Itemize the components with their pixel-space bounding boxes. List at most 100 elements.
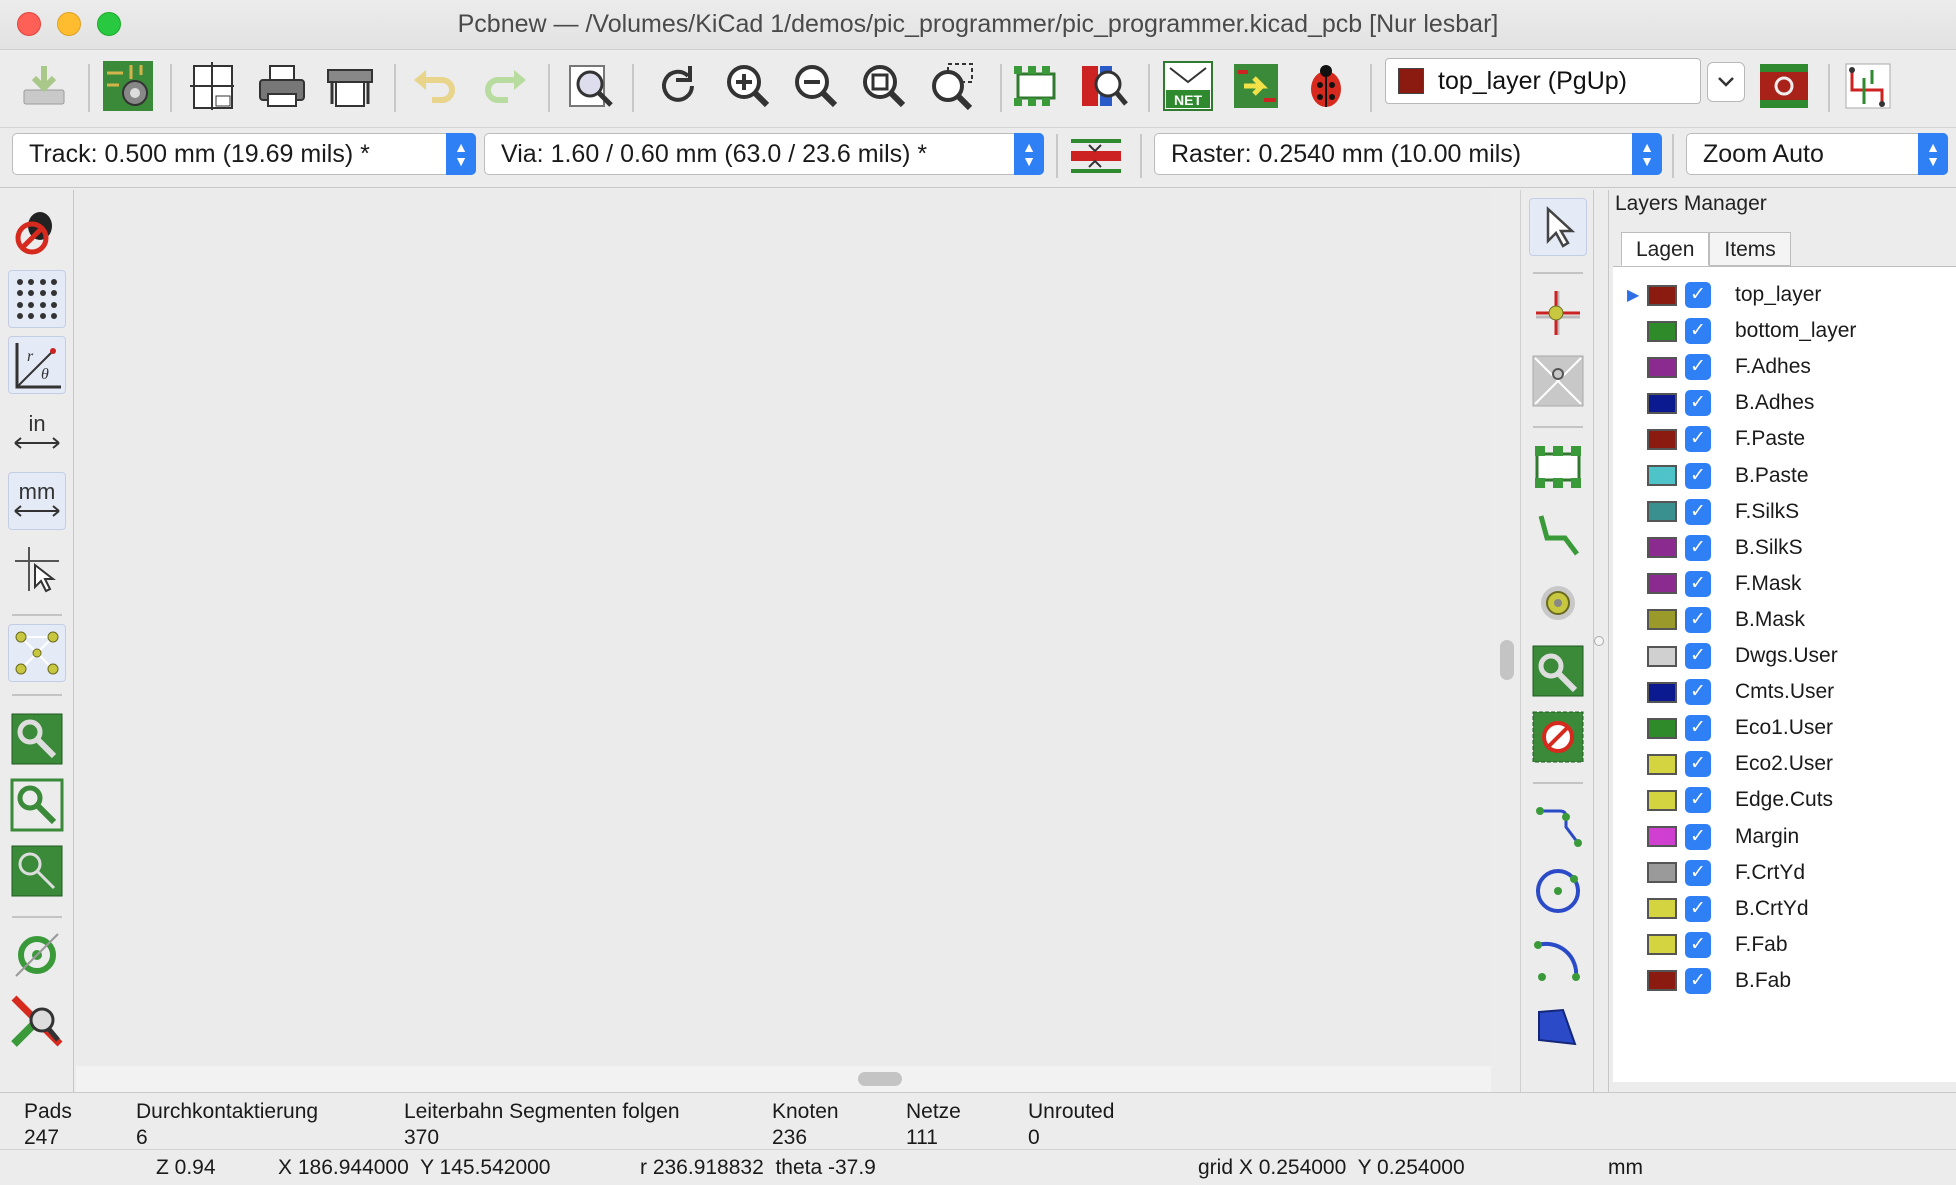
layer-pair-icon[interactable] — [1756, 58, 1812, 114]
plot-icon[interactable] — [322, 58, 378, 114]
redraw-icon[interactable] — [650, 58, 706, 114]
layer-visibility-checkbox[interactable]: ✓ — [1685, 354, 1711, 381]
layer-color-swatch[interactable] — [1647, 537, 1677, 559]
layer-selector[interactable]: top_layer (PgUp) — [1385, 58, 1701, 104]
layer-color-swatch[interactable] — [1647, 934, 1677, 956]
auto-track-width-icon[interactable] — [1068, 128, 1124, 184]
layer-name[interactable]: B.Adhes — [1735, 391, 1814, 415]
layer-row[interactable]: ✓ B.CrtYd — [1613, 891, 1953, 927]
layer-visibility-checkbox[interactable]: ✓ — [1685, 751, 1711, 778]
polar-coords-icon[interactable]: rθ — [8, 336, 66, 394]
layer-row[interactable]: ▶ ✓ top_layer — [1613, 277, 1953, 313]
print-icon[interactable] — [254, 58, 310, 114]
add-line-icon[interactable] — [1529, 794, 1587, 852]
keepout-icon[interactable] — [1529, 708, 1587, 766]
layer-row[interactable]: ✓ bottom_layer — [1613, 313, 1953, 349]
vertical-scrollbar[interactable] — [1500, 640, 1514, 680]
track-width-select[interactable]: Track: 0.500 mm (19.69 mils) * ▲ ▼ — [12, 133, 476, 175]
redo-icon[interactable] — [478, 58, 534, 114]
add-via-icon[interactable] — [1529, 574, 1587, 632]
page-settings-icon[interactable] — [184, 58, 240, 114]
layer-name[interactable]: B.CrtYd — [1735, 897, 1809, 921]
layer-color-swatch[interactable] — [1647, 428, 1677, 450]
tab-lagen[interactable]: Lagen — [1621, 232, 1710, 266]
add-zone-icon[interactable] — [1529, 642, 1587, 700]
layer-visibility-checkbox[interactable]: ✓ — [1685, 643, 1711, 669]
layer-visibility-checkbox[interactable]: ✓ — [1685, 462, 1711, 489]
layer-name[interactable]: Dwgs.User — [1735, 644, 1838, 668]
footprint-browser-icon[interactable] — [1076, 58, 1132, 114]
layer-row[interactable]: ✓ Cmts.User — [1613, 674, 1953, 710]
layer-visibility-checkbox[interactable]: ✓ — [1685, 679, 1711, 706]
zone-fill-icon[interactable] — [8, 710, 66, 768]
zone-unfill-icon[interactable] — [8, 776, 66, 834]
layer-row[interactable]: ✓ Dwgs.User — [1613, 638, 1953, 674]
add-polygon-icon[interactable] — [1529, 998, 1587, 1056]
layer-name[interactable]: top_layer — [1735, 283, 1821, 307]
layer-name[interactable]: Eco2.User — [1735, 752, 1833, 776]
layer-visibility-checkbox[interactable]: ✓ — [1685, 390, 1711, 417]
layer-visibility-checkbox[interactable]: ✓ — [1685, 498, 1711, 525]
pad-sketch-icon[interactable] — [8, 926, 66, 984]
board-setup-icon[interactable] — [100, 58, 156, 114]
add-arc-icon[interactable] — [1529, 930, 1587, 988]
grid-icon[interactable] — [8, 270, 66, 328]
layer-color-swatch[interactable] — [1647, 753, 1677, 775]
select-icon[interactable] — [1529, 198, 1587, 256]
undo-icon[interactable] — [406, 58, 462, 114]
zoom-out-icon[interactable] — [788, 58, 844, 114]
pcb-canvas[interactable] — [76, 190, 1491, 1066]
layer-row[interactable]: ✓ F.Paste — [1613, 421, 1953, 457]
zoom-fit-icon[interactable] — [856, 58, 912, 114]
grid-size-stepper-icon[interactable]: ▲ ▼ — [1632, 133, 1662, 175]
layer-name[interactable]: B.Paste — [1735, 464, 1809, 488]
layer-row[interactable]: ✓ F.Adhes — [1613, 349, 1953, 385]
layer-name[interactable]: B.Mask — [1735, 608, 1805, 632]
zoom-selection-icon[interactable] — [924, 58, 980, 114]
grid-size-select[interactable]: Raster: 0.2540 mm (10.00 mils) ▲ ▼ — [1154, 133, 1662, 175]
layer-row[interactable]: ✓ B.Adhes — [1613, 385, 1953, 421]
layer-color-swatch[interactable] — [1647, 284, 1677, 306]
layer-row[interactable]: ✓ Eco2.User — [1613, 746, 1953, 782]
update-pcb-icon[interactable] — [1228, 58, 1284, 114]
layer-color-swatch[interactable] — [1647, 862, 1677, 884]
layer-color-swatch[interactable] — [1647, 717, 1677, 739]
layer-color-swatch[interactable] — [1647, 970, 1677, 992]
drc-icon[interactable] — [1298, 58, 1354, 114]
layer-name[interactable]: Edge.Cuts — [1735, 788, 1833, 812]
layer-visibility-checkbox[interactable]: ✓ — [1685, 787, 1711, 814]
layer-visibility-checkbox[interactable]: ✓ — [1685, 823, 1711, 850]
layer-visibility-checkbox[interactable]: ✓ — [1685, 895, 1711, 922]
layer-visibility-checkbox[interactable]: ✓ — [1685, 715, 1711, 742]
layer-name[interactable]: Cmts.User — [1735, 680, 1834, 704]
zoom-in-icon[interactable] — [720, 58, 776, 114]
layer-color-swatch[interactable] — [1647, 789, 1677, 811]
netlist-icon[interactable]: NET — [1160, 58, 1216, 114]
layer-visibility-checkbox[interactable]: ✓ — [1685, 606, 1711, 633]
layer-row[interactable]: ✓ F.Fab — [1613, 927, 1953, 963]
full-crosshair-icon[interactable] — [8, 540, 66, 598]
zone-outline-icon[interactable] — [8, 842, 66, 900]
highlight-net-icon[interactable] — [1529, 284, 1587, 342]
layer-visibility-checkbox[interactable]: ✓ — [1685, 318, 1711, 345]
layer-row[interactable]: ✓ B.Mask — [1613, 602, 1953, 638]
layer-row[interactable]: ✓ F.Mask — [1613, 566, 1953, 602]
via-size-stepper-icon[interactable]: ▲ ▼ — [1014, 133, 1044, 175]
layer-row[interactable]: ✓ Margin — [1613, 819, 1953, 855]
layer-visibility-checkbox[interactable]: ✓ — [1685, 570, 1711, 597]
route-track-icon[interactable] — [1529, 506, 1587, 564]
inches-icon[interactable]: in — [8, 404, 66, 462]
horizontal-scrollbar[interactable] — [858, 1072, 902, 1086]
layer-visibility-checkbox[interactable]: ✓ — [1685, 931, 1711, 958]
layer-color-swatch[interactable] — [1647, 501, 1677, 523]
layer-color-swatch[interactable] — [1647, 392, 1677, 414]
layer-row[interactable]: ✓ Edge.Cuts — [1613, 782, 1953, 818]
layer-row[interactable]: ✓ Eco1.User — [1613, 710, 1953, 746]
layer-color-swatch[interactable] — [1647, 609, 1677, 631]
layer-name[interactable]: F.SilkS — [1735, 500, 1799, 524]
layer-name[interactable]: F.Adhes — [1735, 355, 1811, 379]
layer-color-swatch[interactable] — [1647, 681, 1677, 703]
high-contrast-icon[interactable] — [8, 992, 66, 1050]
layer-name[interactable]: B.Fab — [1735, 969, 1791, 993]
layer-color-swatch[interactable] — [1647, 573, 1677, 595]
